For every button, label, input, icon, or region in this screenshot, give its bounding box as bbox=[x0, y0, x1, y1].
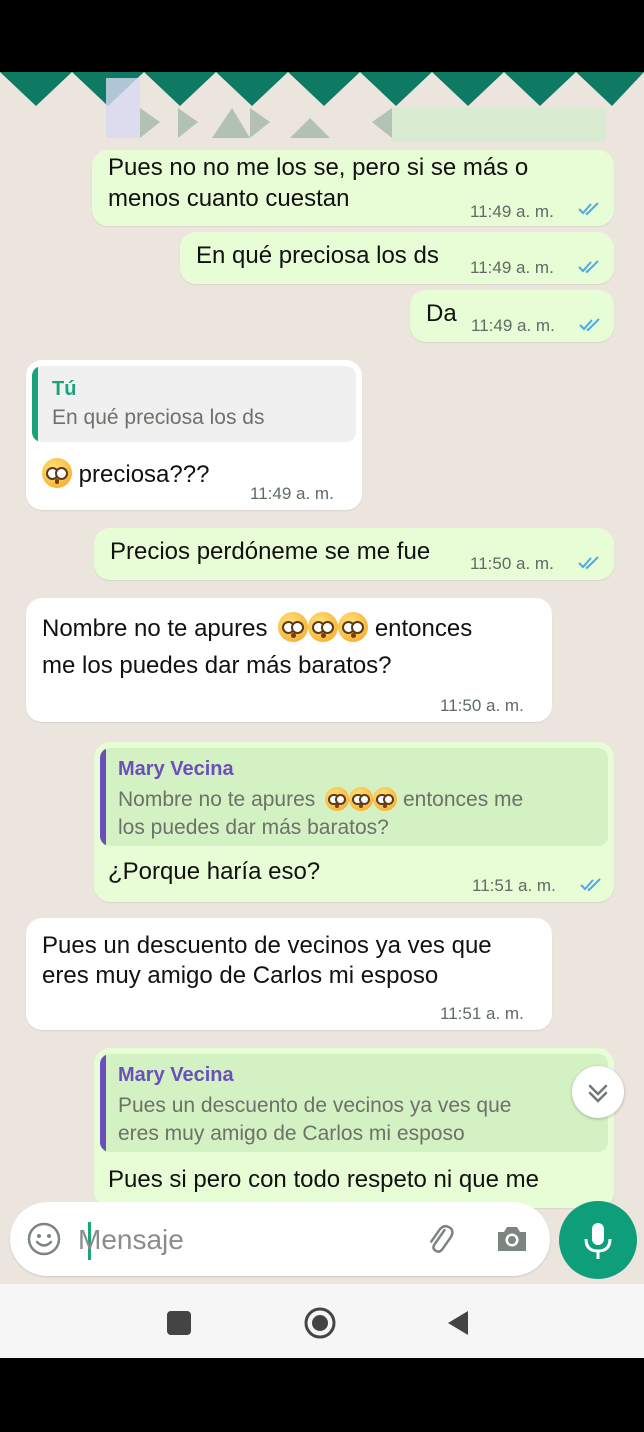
camera-icon[interactable] bbox=[494, 1221, 530, 1257]
recent-apps-icon[interactable] bbox=[164, 1308, 194, 1338]
message-text: entonces bbox=[374, 615, 473, 642]
message-bubble-incoming[interactable]: Nombre no te apures entonces me los pued… bbox=[26, 598, 552, 722]
flushed-face-icon bbox=[325, 787, 350, 811]
quote-text-row: Nombre no te apures entonces me bbox=[118, 786, 523, 814]
message-text: me los puedes dar más baratos? bbox=[42, 652, 392, 679]
read-ticks-icon bbox=[579, 318, 600, 332]
system-navigation-bar bbox=[0, 1284, 644, 1358]
back-icon[interactable] bbox=[444, 1308, 474, 1338]
flushed-face-icon bbox=[42, 458, 72, 488]
message-bubble-incoming[interactable]: Pues un descuento de vecinos ya ves que … bbox=[26, 918, 552, 1030]
quote-accent-bar bbox=[100, 748, 106, 846]
emoji-icon[interactable] bbox=[26, 1221, 62, 1257]
chat-area[interactable]: Pues no no me los se, pero si se más o m… bbox=[0, 72, 644, 1284]
message-input[interactable] bbox=[78, 1220, 398, 1260]
attach-icon[interactable] bbox=[422, 1221, 458, 1257]
quoted-reply[interactable]: Mary Vecina Nombre no te apures entonces… bbox=[100, 748, 608, 846]
message-text: En qué preciosa los ds bbox=[196, 242, 439, 269]
read-ticks-icon bbox=[578, 556, 599, 570]
message-time: 11:49 a. m. bbox=[470, 258, 554, 277]
message-bubble-outgoing[interactable]: Pues no no me los se, pero si se más o m… bbox=[92, 150, 614, 226]
quote-text: entonces me bbox=[402, 788, 524, 811]
message-bubble-incoming[interactable]: Tú En qué preciosa los ds preciosa??? 11… bbox=[26, 360, 362, 510]
flushed-face-icon bbox=[349, 787, 374, 811]
message-time: 11:49 a. m. bbox=[470, 202, 554, 221]
quote-author: Mary Vecina bbox=[118, 1064, 234, 1086]
read-ticks-icon bbox=[578, 202, 599, 216]
message-text: Precios perdóneme se me fue bbox=[110, 538, 431, 565]
message-text: Pues un descuento de vecinos ya ves que bbox=[42, 932, 492, 959]
flushed-face-icon bbox=[308, 612, 339, 642]
message-text: eres muy amigo de Carlos mi esposo bbox=[42, 962, 439, 989]
message-time: 11:50 a. m. bbox=[470, 554, 554, 573]
message-text: Pues si pero con todo respeto ni que me bbox=[108, 1166, 539, 1193]
decorative-pattern bbox=[0, 72, 644, 142]
quoted-reply[interactable]: Tú En qué preciosa los ds bbox=[32, 366, 356, 442]
read-ticks-icon bbox=[580, 878, 601, 892]
quote-text: los puedes dar más baratos? bbox=[118, 816, 389, 839]
message-text: Nombre no te apures bbox=[42, 615, 268, 642]
quote-text: Pues un descuento de vecinos ya ves que bbox=[118, 1094, 512, 1117]
bottom-black-area bbox=[0, 1358, 644, 1432]
message-bubble-outgoing[interactable]: En qué preciosa los ds 11:49 a. m. bbox=[180, 232, 614, 284]
quote-author: Mary Vecina bbox=[118, 758, 234, 780]
message-text: menos cuanto cuestan bbox=[108, 185, 350, 212]
voice-message-button[interactable] bbox=[559, 1201, 637, 1279]
message-time: 11:49 a. m. bbox=[471, 316, 555, 335]
quote-text: En qué preciosa los ds bbox=[52, 406, 265, 429]
message-text: preciosa??? bbox=[78, 461, 210, 488]
read-ticks-icon bbox=[578, 260, 599, 274]
home-icon[interactable] bbox=[302, 1305, 338, 1341]
quoted-reply[interactable]: Mary Vecina Pues un descuento de vecinos… bbox=[100, 1054, 608, 1152]
quote-text: Nombre no te apures bbox=[118, 788, 316, 811]
message-text-row: preciosa??? bbox=[42, 458, 209, 491]
message-time: 11:50 a. m. bbox=[440, 696, 524, 715]
flushed-face-icon bbox=[278, 612, 309, 642]
quote-text: eres muy amigo de Carlos mi esposo bbox=[118, 1122, 465, 1145]
message-bubble-outgoing[interactable]: Mary Vecina Pues un descuento de vecinos… bbox=[94, 1048, 614, 1208]
message-time: 11:49 a. m. bbox=[250, 484, 334, 503]
message-bubble-outgoing[interactable]: Mary Vecina Nombre no te apures entonces… bbox=[94, 742, 614, 902]
quote-accent-bar bbox=[32, 366, 38, 442]
message-text-row: Nombre no te apures entonces bbox=[42, 612, 472, 645]
flushed-face-icon bbox=[338, 612, 369, 642]
flushed-face-icon bbox=[373, 787, 398, 811]
scroll-to-bottom-button[interactable] bbox=[572, 1066, 624, 1118]
message-composer[interactable] bbox=[10, 1202, 550, 1276]
message-text: ¿Porque haría eso? bbox=[108, 858, 321, 885]
status-bar-area bbox=[0, 0, 644, 72]
message-bubble-outgoing[interactable]: Precios perdóneme se me fue 11:50 a. m. bbox=[94, 528, 614, 580]
message-time: 11:51 a. m. bbox=[440, 1004, 524, 1023]
message-text: Pues no no me los se, pero si se más o bbox=[108, 154, 529, 181]
message-text: Da bbox=[426, 300, 457, 327]
quote-accent-bar bbox=[100, 1054, 106, 1152]
double-chevron-down-icon bbox=[588, 1084, 608, 1103]
quote-author: Tú bbox=[52, 378, 77, 400]
microphone-icon bbox=[584, 1223, 612, 1259]
message-time: 11:51 a. m. bbox=[472, 876, 556, 895]
message-bubble-outgoing[interactable]: Da 11:49 a. m. bbox=[410, 290, 614, 342]
